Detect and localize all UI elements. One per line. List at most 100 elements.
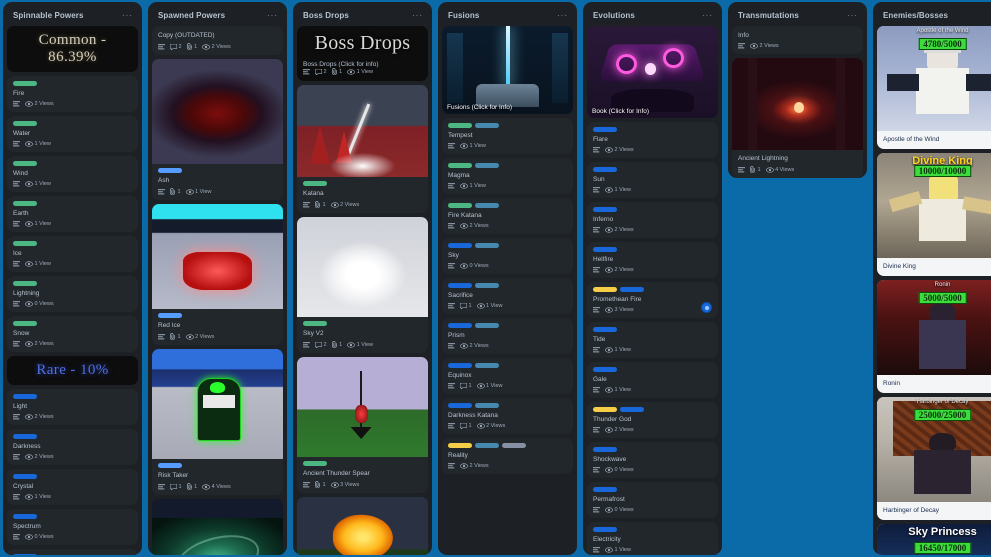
card-label[interactable] <box>13 121 37 126</box>
card[interactable]: Equinox 1 1 View <box>442 358 573 394</box>
list-menu-icon[interactable]: ··· <box>267 11 278 19</box>
card-label[interactable] <box>593 367 617 372</box>
card[interactable]: Inferno 2 Views <box>587 202 718 238</box>
card[interactable]: Tempest 1 View <box>442 118 573 154</box>
card-label[interactable] <box>593 167 617 172</box>
card-label[interactable] <box>593 407 617 412</box>
list-menu-icon[interactable]: ··· <box>412 11 423 19</box>
card[interactable]: Info 2 Views <box>732 26 863 54</box>
card-label[interactable] <box>158 168 182 173</box>
card[interactable]: Sky Princess 16450/17000Sky Princess <box>877 524 991 555</box>
card-label[interactable] <box>593 527 617 532</box>
list-title[interactable]: Boss Drops <box>303 11 349 20</box>
card[interactable]: Spectrum 0 Views <box>7 509 138 545</box>
card-label[interactable] <box>448 403 472 408</box>
card[interactable]: Ash 1 1 View <box>152 59 283 200</box>
card[interactable]: Darkness 2 Views <box>7 429 138 465</box>
card-label[interactable] <box>593 127 617 132</box>
card-label[interactable] <box>158 313 182 318</box>
card-label[interactable] <box>475 403 499 408</box>
card-label[interactable] <box>475 443 499 448</box>
card-label[interactable] <box>303 321 327 326</box>
card[interactable]: Gale 1 View <box>587 362 718 398</box>
card[interactable]: Crystal 1 View <box>7 469 138 505</box>
list-title[interactable]: Fusions <box>448 11 479 20</box>
card[interactable]: Light 2 Views <box>7 389 138 425</box>
card-label[interactable] <box>593 247 617 252</box>
card-label[interactable] <box>475 323 499 328</box>
card[interactable]: Common - 86.39% <box>7 26 138 72</box>
card[interactable]: Promethean Fire 3 Views <box>587 282 718 318</box>
card[interactable]: Sun 1 View <box>587 162 718 198</box>
card[interactable]: Boss Drops Boss Drops (Click for info) 2 1 1… <box>297 26 428 81</box>
card[interactable]: Darkness Katana 1 2 Views <box>442 398 573 434</box>
card-label[interactable] <box>593 287 617 292</box>
card-label[interactable] <box>303 461 327 466</box>
member-avatar[interactable] <box>701 302 712 313</box>
card-label[interactable] <box>13 394 37 399</box>
card[interactable]: Flare 2 Views <box>587 122 718 158</box>
card-label[interactable] <box>593 447 617 452</box>
card[interactable]: Ancient Thunder Spear 1 3 Views <box>297 357 428 493</box>
card-label[interactable] <box>13 241 37 246</box>
card-label[interactable] <box>303 181 327 186</box>
card[interactable]: Risk Taker 1 1 4 Views <box>152 349 283 495</box>
list-title[interactable]: Transmutations <box>738 11 799 20</box>
card-label[interactable] <box>13 201 37 206</box>
list-menu-icon[interactable]: ··· <box>702 11 713 19</box>
list-title[interactable]: Evolutions <box>593 11 635 20</box>
card-label[interactable] <box>13 321 37 326</box>
card[interactable]: Electricity 1 View <box>587 522 718 555</box>
card-label[interactable] <box>13 161 37 166</box>
card[interactable]: Harbinger of Decay 25000/25000 Harbinger o… <box>877 397 991 520</box>
card-label[interactable] <box>13 281 37 286</box>
card-label[interactable] <box>475 363 499 368</box>
card[interactable]: Wind 1 View <box>7 156 138 192</box>
card-label[interactable] <box>13 514 37 519</box>
card-label[interactable] <box>448 123 472 128</box>
card-label[interactable] <box>448 243 472 248</box>
card-label[interactable] <box>475 203 499 208</box>
card[interactable]: Tide 1 View <box>587 322 718 358</box>
card-label[interactable] <box>593 327 617 332</box>
card-label[interactable] <box>13 474 37 479</box>
card-label[interactable] <box>475 163 499 168</box>
card[interactable]: Hellfire 2 Views <box>587 242 718 278</box>
card[interactable]: Lightning 0 Views <box>7 276 138 312</box>
card[interactable]: Copy (OUTDATED) 2 1 2 Views <box>152 26 283 55</box>
card-label[interactable] <box>448 443 472 448</box>
list-menu-icon[interactable]: ··· <box>847 11 858 19</box>
card-label[interactable] <box>620 407 644 412</box>
card-label[interactable] <box>448 323 472 328</box>
card[interactable]: Red Ice 1 2 Views <box>152 204 283 345</box>
list-menu-icon[interactable]: ··· <box>122 11 133 19</box>
card[interactable]: Ice 1 View <box>7 236 138 272</box>
card-label[interactable] <box>13 554 37 555</box>
card[interactable]: Blood1 View <box>7 549 138 555</box>
card-label[interactable] <box>475 283 499 288</box>
card[interactable]: Thunder God 2 Views <box>587 402 718 438</box>
card[interactable]: Fire Katana 2 Views <box>442 198 573 234</box>
card-label[interactable] <box>475 123 499 128</box>
card-label[interactable] <box>475 243 499 248</box>
card[interactable]: Ancient Lightning 1 4 Views <box>732 58 863 178</box>
card[interactable]: Sky V2 2 1 1 View <box>297 217 428 353</box>
list-title[interactable]: Spawned Powers <box>158 11 225 20</box>
card[interactable]: Reality 2 Views <box>442 438 573 474</box>
card-label[interactable] <box>158 463 182 468</box>
card[interactable]: Apostle of the Wind 4780/5000 Apostle of t… <box>877 26 991 149</box>
list-menu-icon[interactable]: ··· <box>557 11 568 19</box>
card[interactable]: Sky 0 Views <box>442 238 573 274</box>
card[interactable]: Earth 1 View <box>7 196 138 232</box>
card[interactable]: Ronin 5000/5000 Ronin <box>877 280 991 393</box>
card-label[interactable] <box>593 487 617 492</box>
card[interactable]: Katana 1 2 Views <box>297 85 428 213</box>
card-label[interactable] <box>448 163 472 168</box>
card[interactable]: Rare - 10% <box>7 356 138 385</box>
card[interactable]: Prism 2 Views <box>442 318 573 354</box>
card[interactable]: Magma 1 View <box>442 158 573 194</box>
card[interactable]: Water 1 View <box>7 116 138 152</box>
card-label[interactable] <box>13 81 37 86</box>
card-label[interactable] <box>620 287 644 292</box>
list-title[interactable]: Spinnable Powers <box>13 11 84 20</box>
